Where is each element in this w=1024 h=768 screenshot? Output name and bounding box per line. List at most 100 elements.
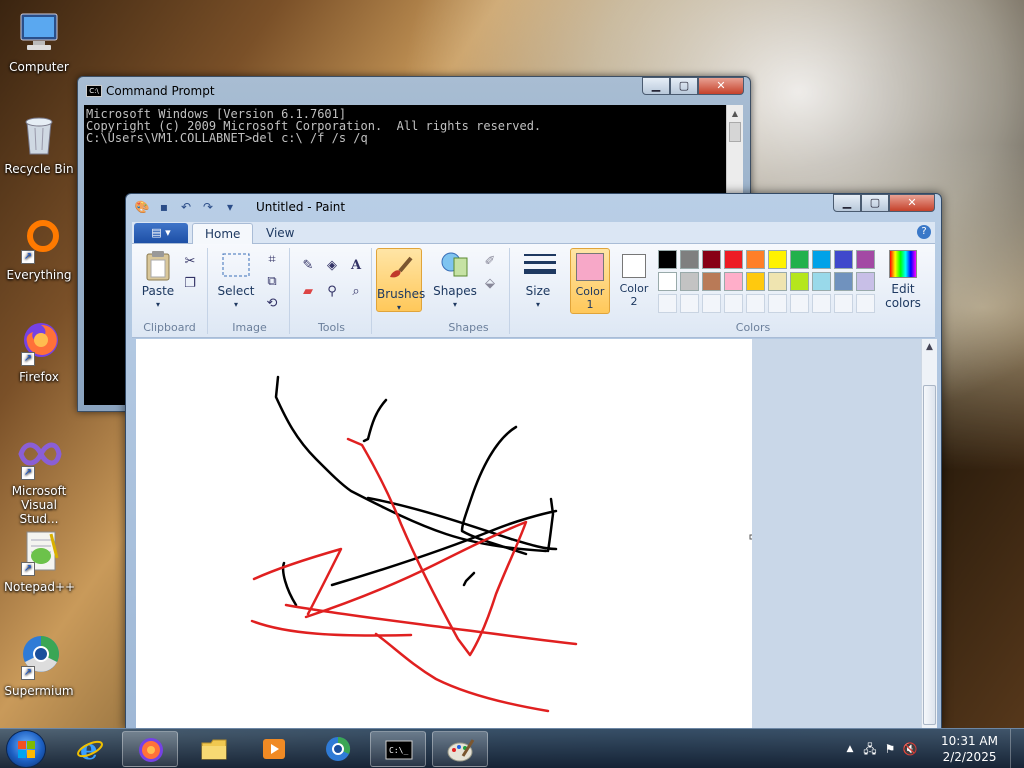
black-stroke xyxy=(546,497,555,553)
cut-icon[interactable]: ✂ xyxy=(180,252,200,272)
palette-swatch[interactable] xyxy=(702,250,721,269)
palette-swatch[interactable] xyxy=(768,250,787,269)
taskbar-file-explorer[interactable] xyxy=(186,731,242,767)
start-button[interactable] xyxy=(6,730,46,768)
palette-swatch[interactable] xyxy=(790,250,809,269)
palette-swatch[interactable] xyxy=(812,250,831,269)
drawing-canvas[interactable] xyxy=(136,339,755,728)
desktop-icon-everything[interactable]: ↗ Everything xyxy=(4,216,74,282)
desktop-icon-computer[interactable]: Computer xyxy=(4,8,74,74)
cmd-minimize-button[interactable]: ▁ xyxy=(642,77,670,95)
taskbar-media-player[interactable] xyxy=(246,731,302,767)
tab-view[interactable]: View xyxy=(254,223,306,244)
pencil-icon[interactable]: ✎ xyxy=(298,256,318,276)
undo-icon[interactable]: ↶ xyxy=(178,199,194,215)
custom-color-slot[interactable] xyxy=(812,294,831,313)
fill-icon[interactable]: ◈ xyxy=(322,256,342,276)
taskbar-clock[interactable]: 10:31 AM 2/2/2025 xyxy=(941,733,998,765)
desktop-icon-supermium[interactable]: ↗ Supermium xyxy=(4,632,74,698)
desktop-icon-recycle-bin[interactable]: Recycle Bin xyxy=(4,110,74,176)
taskbar-supermium[interactable] xyxy=(310,731,366,767)
volume-muted-icon[interactable]: 🔇 xyxy=(902,741,918,757)
palette-swatch[interactable] xyxy=(680,250,699,269)
rotate-icon[interactable]: ⟲ xyxy=(262,294,282,314)
console-line: C:\Users\VM1.COLLABNET>del c:\ /f /s /q xyxy=(86,131,368,145)
customize-toolbar-icon[interactable]: ▾ xyxy=(222,199,238,215)
custom-color-slot[interactable] xyxy=(702,294,721,313)
eraser-icon[interactable]: ▰ xyxy=(298,282,318,302)
brushes-button[interactable]: Brushes ▾ xyxy=(376,248,425,312)
canvas-resize-handle[interactable] xyxy=(749,534,755,540)
custom-color-slot[interactable] xyxy=(790,294,809,313)
palette-swatch[interactable] xyxy=(702,272,721,291)
paint-minimize-button[interactable]: ▁ xyxy=(833,194,861,212)
save-icon[interactable]: ▪ xyxy=(156,199,172,215)
cmd-maximize-button[interactable]: ▢ xyxy=(670,77,698,95)
text-icon[interactable]: A xyxy=(346,256,366,276)
color-picker-icon[interactable]: ⚲ xyxy=(322,282,342,302)
paint-window[interactable]: 🎨 ▪ ↶ ↷ ▾ Untitled - Paint ▁ ▢ ✕ ▤ ▾ Hom… xyxy=(125,193,942,729)
desktop-icon-firefox[interactable]: ↗ Firefox xyxy=(4,318,74,384)
file-menu-button[interactable]: ▤ ▾ xyxy=(134,223,188,243)
windows-logo-icon xyxy=(18,741,36,759)
custom-color-slot[interactable] xyxy=(680,294,699,313)
cmd-titlebar[interactable]: C:\ Command Prompt ▁ ▢ ✕ xyxy=(78,77,750,105)
palette-swatch[interactable] xyxy=(834,272,853,291)
taskbar-command-prompt[interactable]: C:\_ xyxy=(370,731,426,767)
show-hidden-icons-icon[interactable]: ▲ xyxy=(842,741,858,757)
paste-button[interactable]: Paste ▾ xyxy=(138,250,178,312)
paint-app-icon[interactable]: 🎨 xyxy=(134,199,150,215)
paint-scroll-thumb[interactable] xyxy=(923,385,936,725)
firefox-icon xyxy=(137,736,165,764)
palette-swatch[interactable] xyxy=(680,272,699,291)
help-icon[interactable]: ? xyxy=(917,225,931,239)
palette-swatch[interactable] xyxy=(746,250,765,269)
paint-maximize-button[interactable]: ▢ xyxy=(861,194,889,212)
internet-explorer-icon: e xyxy=(76,733,104,766)
palette-swatch[interactable] xyxy=(746,272,765,291)
edit-colors-button[interactable]: Edit colors xyxy=(872,250,934,310)
show-desktop-button[interactable] xyxy=(1010,729,1024,768)
custom-color-slot[interactable] xyxy=(834,294,853,313)
network-icon[interactable]: 🖧 xyxy=(862,741,878,757)
taskbar-paint[interactable] xyxy=(432,731,488,767)
taskbar-internet-explorer[interactable]: e xyxy=(62,731,118,767)
cmd-close-button[interactable]: ✕ xyxy=(698,77,744,95)
palette-swatch[interactable] xyxy=(812,272,831,291)
custom-color-slot[interactable] xyxy=(768,294,787,313)
palette-swatch[interactable] xyxy=(834,250,853,269)
size-button[interactable]: Size ▾ xyxy=(516,250,560,312)
shapes-button[interactable]: Shapes ▾ xyxy=(432,250,478,312)
palette-swatch[interactable] xyxy=(790,272,809,291)
tab-home[interactable]: Home xyxy=(192,223,254,244)
magnifier-icon[interactable]: ⌕ xyxy=(346,282,366,302)
palette-swatch[interactable] xyxy=(658,250,677,269)
custom-color-slot[interactable] xyxy=(724,294,743,313)
desktop-icon-visual-studio[interactable]: ↗ Microsoft Visual Stud... xyxy=(4,432,74,526)
color-2-button[interactable]: Color 2 xyxy=(614,248,654,312)
palette-swatch[interactable] xyxy=(768,272,787,291)
paint-close-button[interactable]: ✕ xyxy=(889,194,935,212)
scroll-up-icon[interactable]: ▲ xyxy=(727,105,743,122)
copy-icon[interactable]: ❐ xyxy=(180,274,200,294)
palette-swatch[interactable] xyxy=(724,250,743,269)
palette-swatch[interactable] xyxy=(724,272,743,291)
outline-icon[interactable]: ✐ xyxy=(480,252,500,272)
color-1-button[interactable]: Color 1 xyxy=(570,248,610,314)
desktop-icon-notepad-plus-plus[interactable]: ↗ Notepad++ xyxy=(4,528,75,594)
fill-shape-icon[interactable]: ⬙ xyxy=(480,274,500,294)
redo-icon[interactable]: ↷ xyxy=(200,199,216,215)
resize-icon[interactable]: ⧉ xyxy=(262,272,282,292)
action-center-flag-icon[interactable]: ⚑ xyxy=(882,741,898,757)
paint-titlebar[interactable]: 🎨 ▪ ↶ ↷ ▾ Untitled - Paint ▁ ▢ ✕ xyxy=(126,194,941,220)
custom-color-slot[interactable] xyxy=(746,294,765,313)
paint-vertical-scrollbar[interactable]: ▲ xyxy=(921,339,937,728)
clipboard-group: Paste ▾ ✂ ❐ Clipboard xyxy=(132,248,208,334)
crop-icon[interactable]: ⌗ xyxy=(262,250,282,270)
palette-swatch[interactable] xyxy=(658,272,677,291)
scroll-up-icon[interactable]: ▲ xyxy=(922,339,937,355)
cmd-scroll-thumb[interactable] xyxy=(729,122,741,142)
select-button[interactable]: Select ▾ xyxy=(214,250,258,312)
custom-color-slot[interactable] xyxy=(658,294,677,313)
taskbar-firefox[interactable] xyxy=(122,731,178,767)
